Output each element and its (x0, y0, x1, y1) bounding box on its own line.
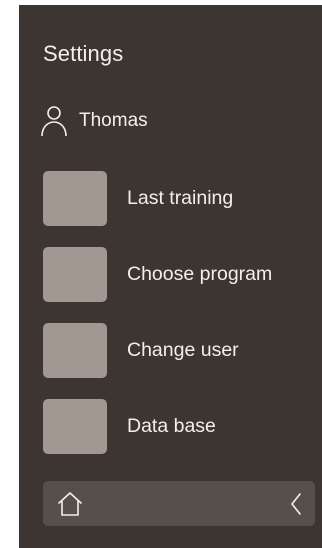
menu-thumbnail (43, 323, 107, 378)
current-user: Thomas (39, 101, 148, 141)
menu-item-change-user[interactable]: Change user (43, 323, 303, 378)
menu-item-label: Choose program (127, 263, 273, 285)
menu-item-label: Change user (127, 339, 239, 361)
user-name: Thomas (79, 110, 148, 131)
menu-item-label: Last training (127, 187, 234, 209)
menu-thumbnail (43, 399, 107, 454)
home-icon[interactable] (56, 490, 84, 518)
settings-screen: Settings Thomas Last training Choose pro… (19, 5, 322, 548)
bottom-nav-bar (43, 481, 315, 526)
menu-thumbnail (43, 171, 107, 226)
menu-item-choose-program[interactable]: Choose program (43, 247, 303, 302)
menu-item-last-training[interactable]: Last training (43, 171, 303, 226)
menu-thumbnail (43, 247, 107, 302)
chevron-left-icon[interactable] (289, 492, 303, 516)
menu-item-data-base[interactable]: Data base (43, 399, 303, 454)
page-title: Settings (43, 41, 124, 66)
menu-item-label: Data base (127, 415, 216, 437)
person-icon (39, 104, 69, 138)
